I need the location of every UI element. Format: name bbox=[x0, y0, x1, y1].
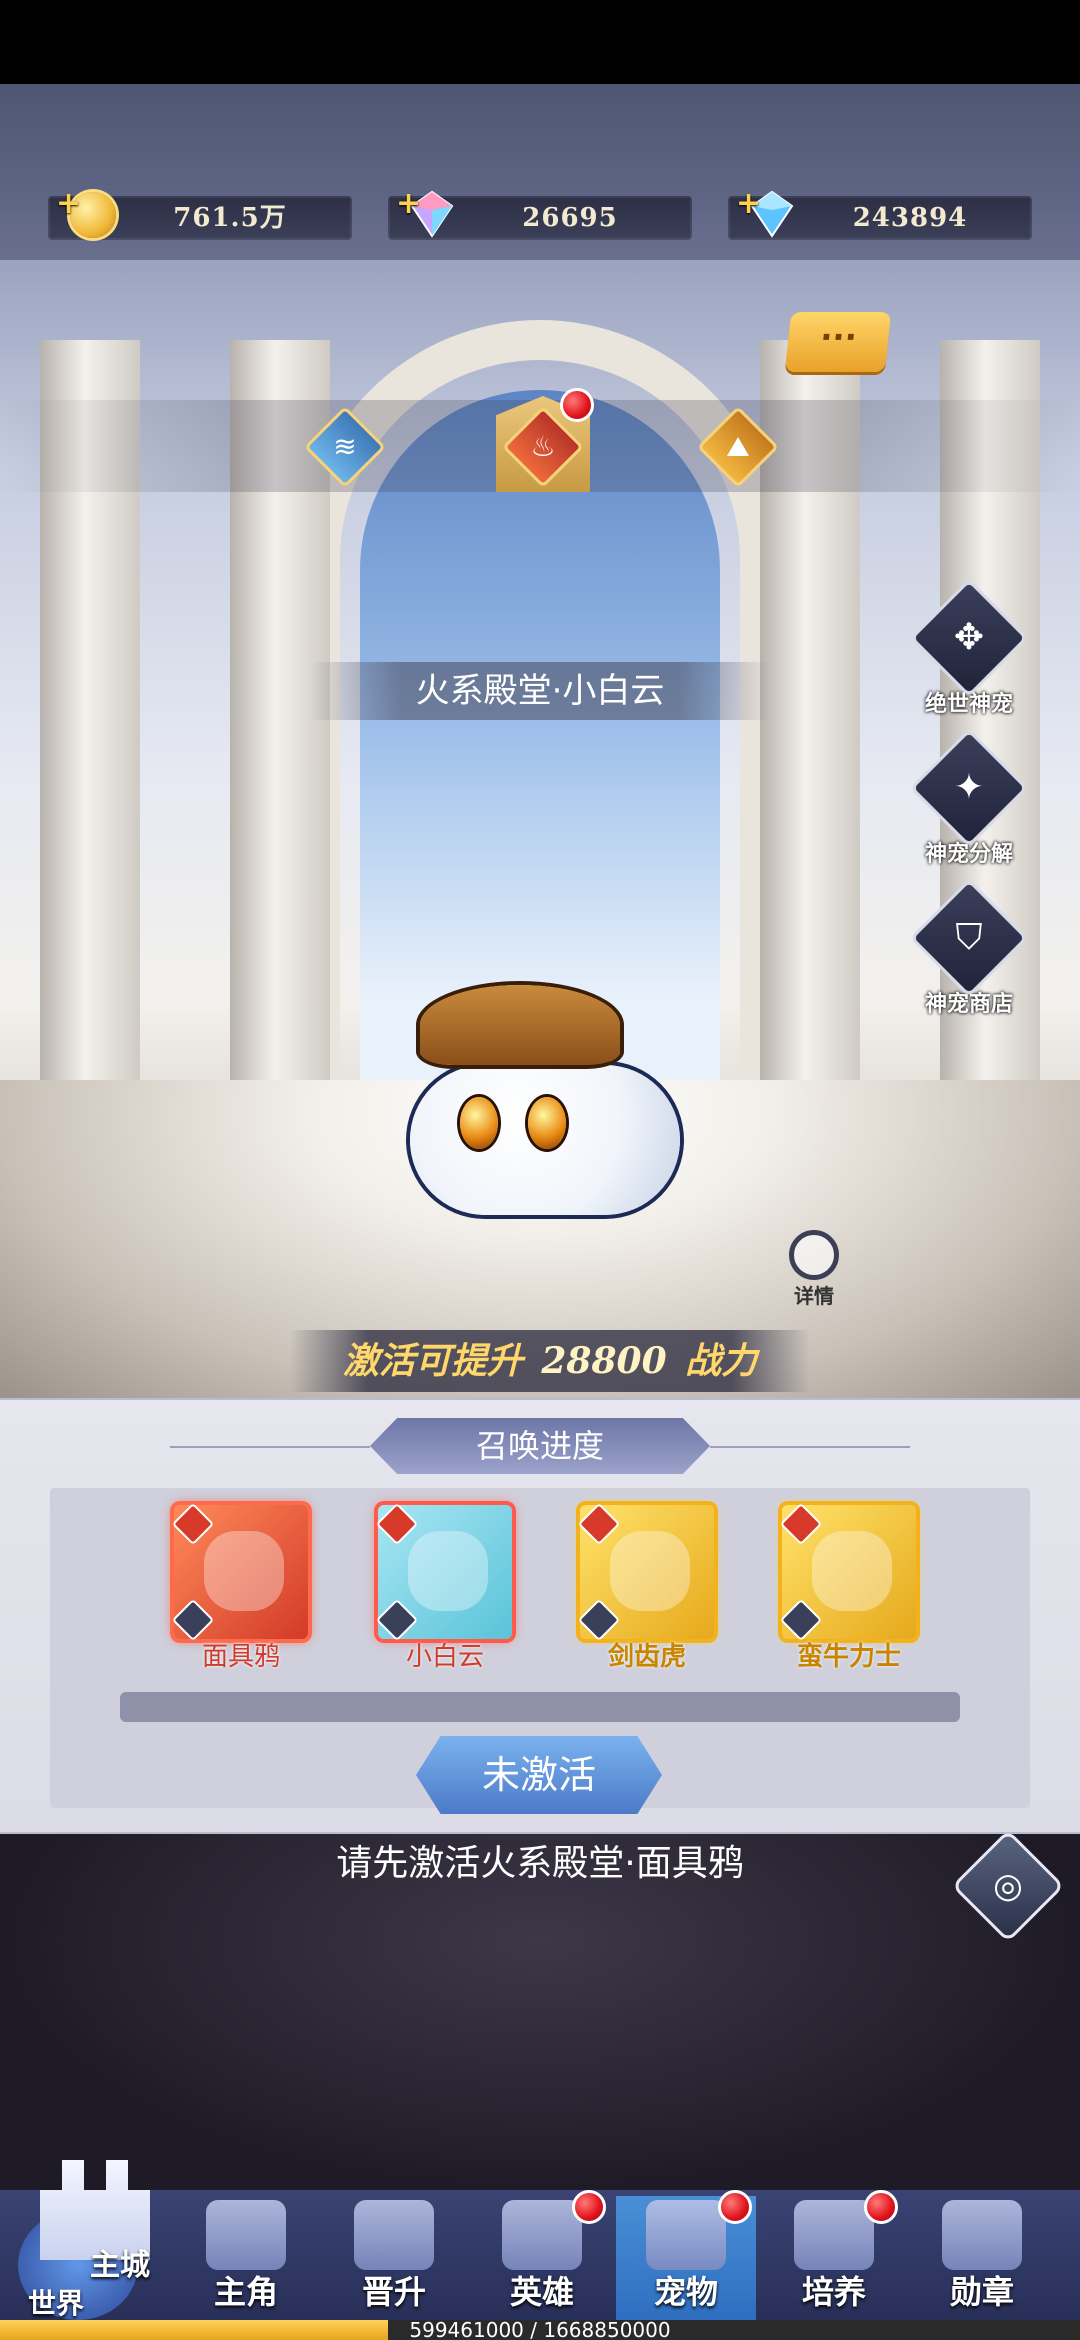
nav-label: 主角 bbox=[213, 2273, 278, 2311]
pet-card-masked-crow[interactable] bbox=[171, 1502, 308, 1642]
pet-card-name: 面具鸦 bbox=[201, 1642, 280, 1672]
nav-hero-main[interactable]: 主角 bbox=[176, 2196, 316, 2320]
water-element-icon: ≋ bbox=[333, 430, 357, 463]
class-icon bbox=[171, 1598, 215, 1642]
world-label: 世界 bbox=[28, 2287, 85, 2320]
summon-progress-title: 召唤进度 bbox=[370, 1418, 710, 1474]
earth-element-icon: ⛰ bbox=[726, 430, 750, 463]
fire-element-icon bbox=[779, 1502, 823, 1546]
chat-bubble-icon: ··· bbox=[818, 318, 859, 356]
pet-shop-button[interactable]: ⛉ 神宠商店 bbox=[909, 878, 1029, 1018]
pet-portrait bbox=[812, 1531, 892, 1611]
sparkle-icon: ✦ bbox=[953, 767, 985, 808]
pet-card-sabertooth[interactable] bbox=[577, 1502, 714, 1642]
notification-dot bbox=[560, 388, 594, 422]
notification-dot bbox=[572, 2190, 606, 2224]
pet-card-white-cloud[interactable] bbox=[375, 1502, 512, 1642]
chat-button[interactable]: ··· bbox=[784, 312, 892, 372]
gold-resource[interactable]: + 761.5万 bbox=[48, 186, 352, 240]
hero-icon bbox=[206, 2200, 286, 2270]
detail-button[interactable]: 详情 bbox=[782, 1230, 846, 1309]
gem-value: 26695 bbox=[522, 203, 618, 233]
status-bar bbox=[0, 0, 1080, 84]
power-suffix: 战力 bbox=[685, 1340, 758, 1382]
class-icon bbox=[577, 1598, 621, 1642]
fire-element-icon bbox=[577, 1502, 621, 1546]
diamond-value: 243894 bbox=[852, 203, 968, 233]
add-gold-plus-icon[interactable]: + bbox=[56, 186, 81, 221]
pet-card-name: 小白云 bbox=[405, 1642, 484, 1672]
activation-hint: 请先激活火系殿堂·面具鸦 bbox=[336, 1843, 744, 1884]
fire-element-icon bbox=[375, 1502, 419, 1546]
nav-label: 英雄 bbox=[509, 2273, 574, 2311]
nav-label: 晋升 bbox=[361, 2273, 426, 2311]
power-value: 28800 bbox=[541, 1340, 667, 1382]
pet-icon bbox=[646, 2200, 726, 2270]
divider bbox=[710, 1446, 910, 1448]
power-text: 激活可提升 28800 战力 bbox=[290, 1330, 810, 1392]
pet-decompose-button[interactable]: ✦ 神宠分解 bbox=[909, 728, 1029, 868]
nav-promote[interactable]: 晋升 bbox=[324, 2196, 464, 2320]
notification-dot bbox=[718, 2190, 752, 2224]
home-city-button[interactable]: 主城 世界 bbox=[10, 2140, 166, 2320]
divider bbox=[170, 1446, 370, 1448]
gold-value: 761.5万 bbox=[173, 203, 287, 233]
nav-label: 勋章 bbox=[949, 2273, 1014, 2311]
pet-portrait bbox=[408, 1531, 488, 1611]
pet-eye bbox=[460, 1097, 498, 1149]
pet-title: 火系殿堂·小白云 bbox=[415, 671, 665, 711]
detail-label: 详情 bbox=[794, 1284, 834, 1308]
home-label: 主城 bbox=[90, 2248, 150, 2283]
pet-card-name: 蛮牛力士 bbox=[796, 1642, 901, 1672]
pet-card-bull-warrior[interactable] bbox=[779, 1502, 916, 1642]
pet-portrait bbox=[610, 1531, 690, 1611]
magnifier-icon bbox=[789, 1230, 839, 1280]
nav-label: 培养 bbox=[801, 2273, 866, 2311]
add-gem-plus-icon[interactable]: + bbox=[396, 186, 421, 221]
fire-element-icon: ♨ bbox=[530, 430, 556, 463]
add-diamond-plus-icon[interactable]: + bbox=[736, 186, 761, 221]
nav-medals[interactable]: 勋章 bbox=[912, 2196, 1052, 2320]
cowboy-hat bbox=[420, 985, 620, 1065]
fire-element-icon bbox=[171, 1502, 215, 1546]
class-icon bbox=[375, 1598, 419, 1642]
eye-switch-icon: ◎ bbox=[993, 1866, 1023, 1906]
pet-card-name: 剑齿虎 bbox=[607, 1642, 686, 1672]
helmet-icon bbox=[502, 2200, 582, 2270]
class-icon bbox=[779, 1598, 823, 1642]
paw-cards-icon: ✥ bbox=[953, 617, 985, 658]
notification-dot bbox=[864, 2190, 898, 2224]
pet-cloud-character[interactable] bbox=[400, 985, 700, 1215]
legendary-pet-button[interactable]: ✥ 绝世神宠 bbox=[909, 578, 1029, 718]
pet-eye bbox=[528, 1097, 566, 1149]
gem-resource[interactable]: + 26695 bbox=[388, 186, 692, 240]
nav-label: 宠物 bbox=[653, 2273, 718, 2311]
pet-portrait bbox=[204, 1531, 284, 1611]
exp-bar: 599461000 / 1668850000 bbox=[0, 2320, 1080, 2340]
game-screen: + 761.5万 + 26695 + 243894 ··· ≋ ♨ ⛰ 火系殿堂… bbox=[0, 0, 1080, 2340]
promote-icon bbox=[354, 2200, 434, 2270]
diamond-resource[interactable]: + 243894 bbox=[728, 186, 1032, 240]
exp-text: 599461000 / 1668850000 bbox=[409, 2318, 671, 2340]
power-prefix: 激活可提升 bbox=[342, 1340, 523, 1382]
activate-button[interactable]: 未激活 bbox=[416, 1736, 662, 1814]
shop-bag-icon: ⛉ bbox=[955, 917, 983, 958]
train-icon bbox=[794, 2200, 874, 2270]
summon-progress-bar bbox=[120, 1692, 960, 1722]
medal-icon bbox=[942, 2200, 1022, 2270]
